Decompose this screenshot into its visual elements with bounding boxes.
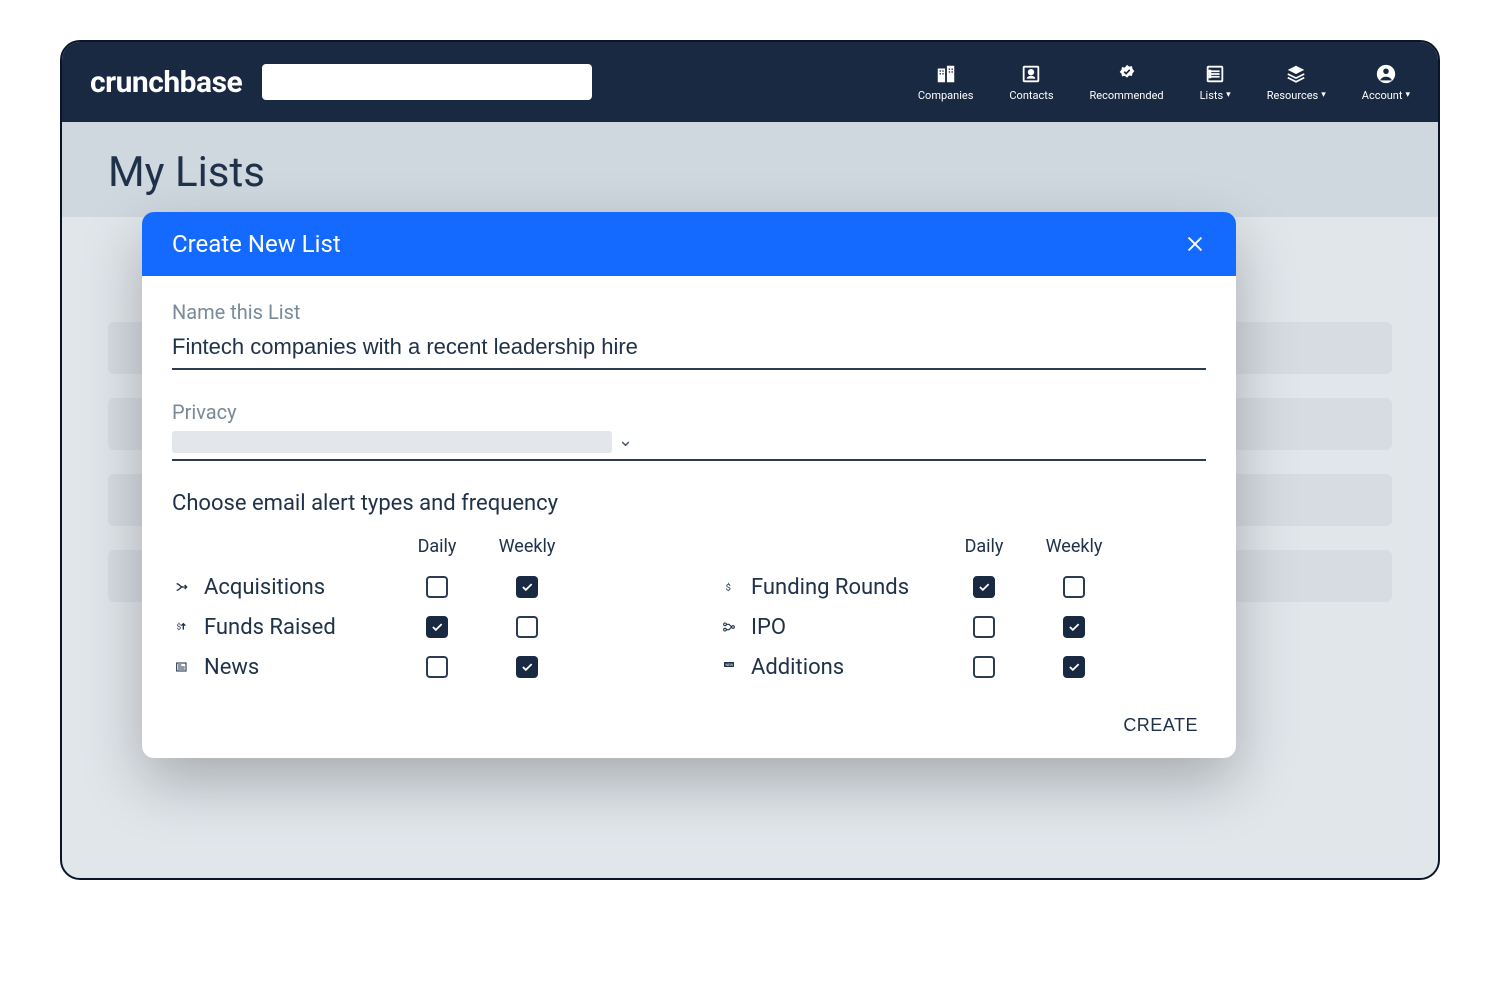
dollar-up-icon: $	[172, 619, 192, 635]
modal-header: Create New List	[142, 212, 1236, 276]
contact-card-icon	[1020, 63, 1042, 85]
modal-footer: CREATE	[142, 697, 1236, 758]
privacy-select[interactable]: ⌄	[172, 430, 1206, 461]
freq-header-daily: Daily	[392, 536, 482, 557]
checkbox-weekly[interactable]	[516, 616, 538, 638]
svg-text:$: $	[726, 582, 731, 593]
list-name-input[interactable]	[172, 330, 1206, 370]
alert-label: Acquisitions	[204, 575, 325, 600]
nav-label: Contacts	[1009, 89, 1053, 102]
close-icon[interactable]	[1184, 233, 1206, 255]
nav-resources[interactable]: Resources▾	[1267, 63, 1326, 102]
checkbox-weekly[interactable]	[1063, 576, 1085, 598]
dollar-icon: $	[719, 579, 739, 595]
alerts-column-left: Daily Weekly Acquisitions $ Funds Raised…	[172, 536, 659, 687]
nav-label: Recommended	[1090, 89, 1164, 102]
search-input[interactable]	[262, 64, 592, 100]
nav-companies[interactable]: Companies	[918, 63, 974, 102]
checkbox-daily[interactable]	[426, 576, 448, 598]
nav-lists[interactable]: Lists▾	[1200, 63, 1231, 102]
name-field-label: Name this List	[172, 300, 1206, 324]
chevron-down-icon: ▾	[1226, 90, 1231, 100]
merge-icon	[172, 579, 192, 595]
alert-label: IPO	[751, 615, 786, 640]
alert-label: News	[204, 655, 259, 680]
layers-icon	[1285, 63, 1307, 85]
list-icon	[1204, 63, 1226, 85]
account-icon	[1375, 63, 1397, 85]
alert-row: NEW Additions	[719, 647, 1206, 687]
news-icon	[172, 659, 192, 675]
nav-label: Companies	[918, 89, 974, 102]
topnav: Companies Contacts Recommended Lists▾	[918, 63, 1410, 102]
chevron-down-icon: ▾	[1321, 90, 1326, 100]
checkbox-daily[interactable]	[973, 616, 995, 638]
alert-row: $ Funds Raised	[172, 607, 659, 647]
checkbox-weekly[interactable]	[1063, 616, 1085, 638]
alerts-column-right: Daily Weekly $ Funding Rounds IPO NEW Ad…	[719, 536, 1206, 687]
buildings-icon	[935, 63, 957, 85]
ipo-icon	[719, 619, 739, 635]
checkbox-weekly[interactable]	[1063, 656, 1085, 678]
alert-row: Acquisitions	[172, 567, 659, 607]
freq-header-weekly: Weekly	[1029, 536, 1119, 557]
nav-recommended[interactable]: Recommended	[1090, 63, 1164, 102]
brand-logo: crunchbase	[90, 65, 242, 100]
privacy-value-placeholder	[172, 431, 612, 453]
alert-row: $ Funding Rounds	[719, 567, 1206, 607]
modal-title: Create New List	[172, 230, 341, 258]
freq-header-weekly: Weekly	[482, 536, 572, 557]
chevron-down-icon: ⌄	[618, 430, 633, 453]
checkbox-daily[interactable]	[973, 656, 995, 678]
topbar: crunchbase Companies Contacts Recommende…	[62, 42, 1438, 122]
svg-text:$: $	[177, 623, 182, 632]
alert-row: News	[172, 647, 659, 687]
nav-account[interactable]: Account▾	[1362, 63, 1410, 102]
badge-icon	[1116, 63, 1138, 85]
privacy-field-label: Privacy	[172, 400, 1206, 424]
alert-row: IPO	[719, 607, 1206, 647]
alert-label: Additions	[751, 655, 844, 680]
checkbox-daily[interactable]	[973, 576, 995, 598]
freq-header-daily: Daily	[939, 536, 1029, 557]
nav-contacts[interactable]: Contacts	[1009, 63, 1053, 102]
checkbox-weekly[interactable]	[516, 576, 538, 598]
checkbox-daily[interactable]	[426, 616, 448, 638]
page-title: My Lists	[62, 122, 1438, 217]
alerts-section-title: Choose email alert types and frequency	[172, 491, 1206, 516]
checkbox-daily[interactable]	[426, 656, 448, 678]
create-list-modal: Create New List Name this List Privacy ⌄…	[142, 212, 1236, 758]
alerts-grid: Daily Weekly Acquisitions $ Funds Raised…	[172, 536, 1206, 687]
checkbox-weekly[interactable]	[516, 656, 538, 678]
chevron-down-icon: ▾	[1405, 90, 1410, 100]
nav-label: Lists	[1200, 89, 1224, 102]
new-icon: NEW	[719, 661, 739, 673]
nav-label: Account	[1362, 89, 1403, 102]
nav-label: Resources	[1267, 89, 1319, 102]
svg-text:NEW: NEW	[726, 663, 734, 667]
app-frame: crunchbase Companies Contacts Recommende…	[60, 40, 1440, 880]
alert-label: Funds Raised	[204, 615, 336, 640]
alert-label: Funding Rounds	[751, 575, 909, 600]
create-button[interactable]: CREATE	[1123, 715, 1198, 736]
modal-body: Name this List Privacy ⌄ Choose email al…	[142, 276, 1236, 697]
